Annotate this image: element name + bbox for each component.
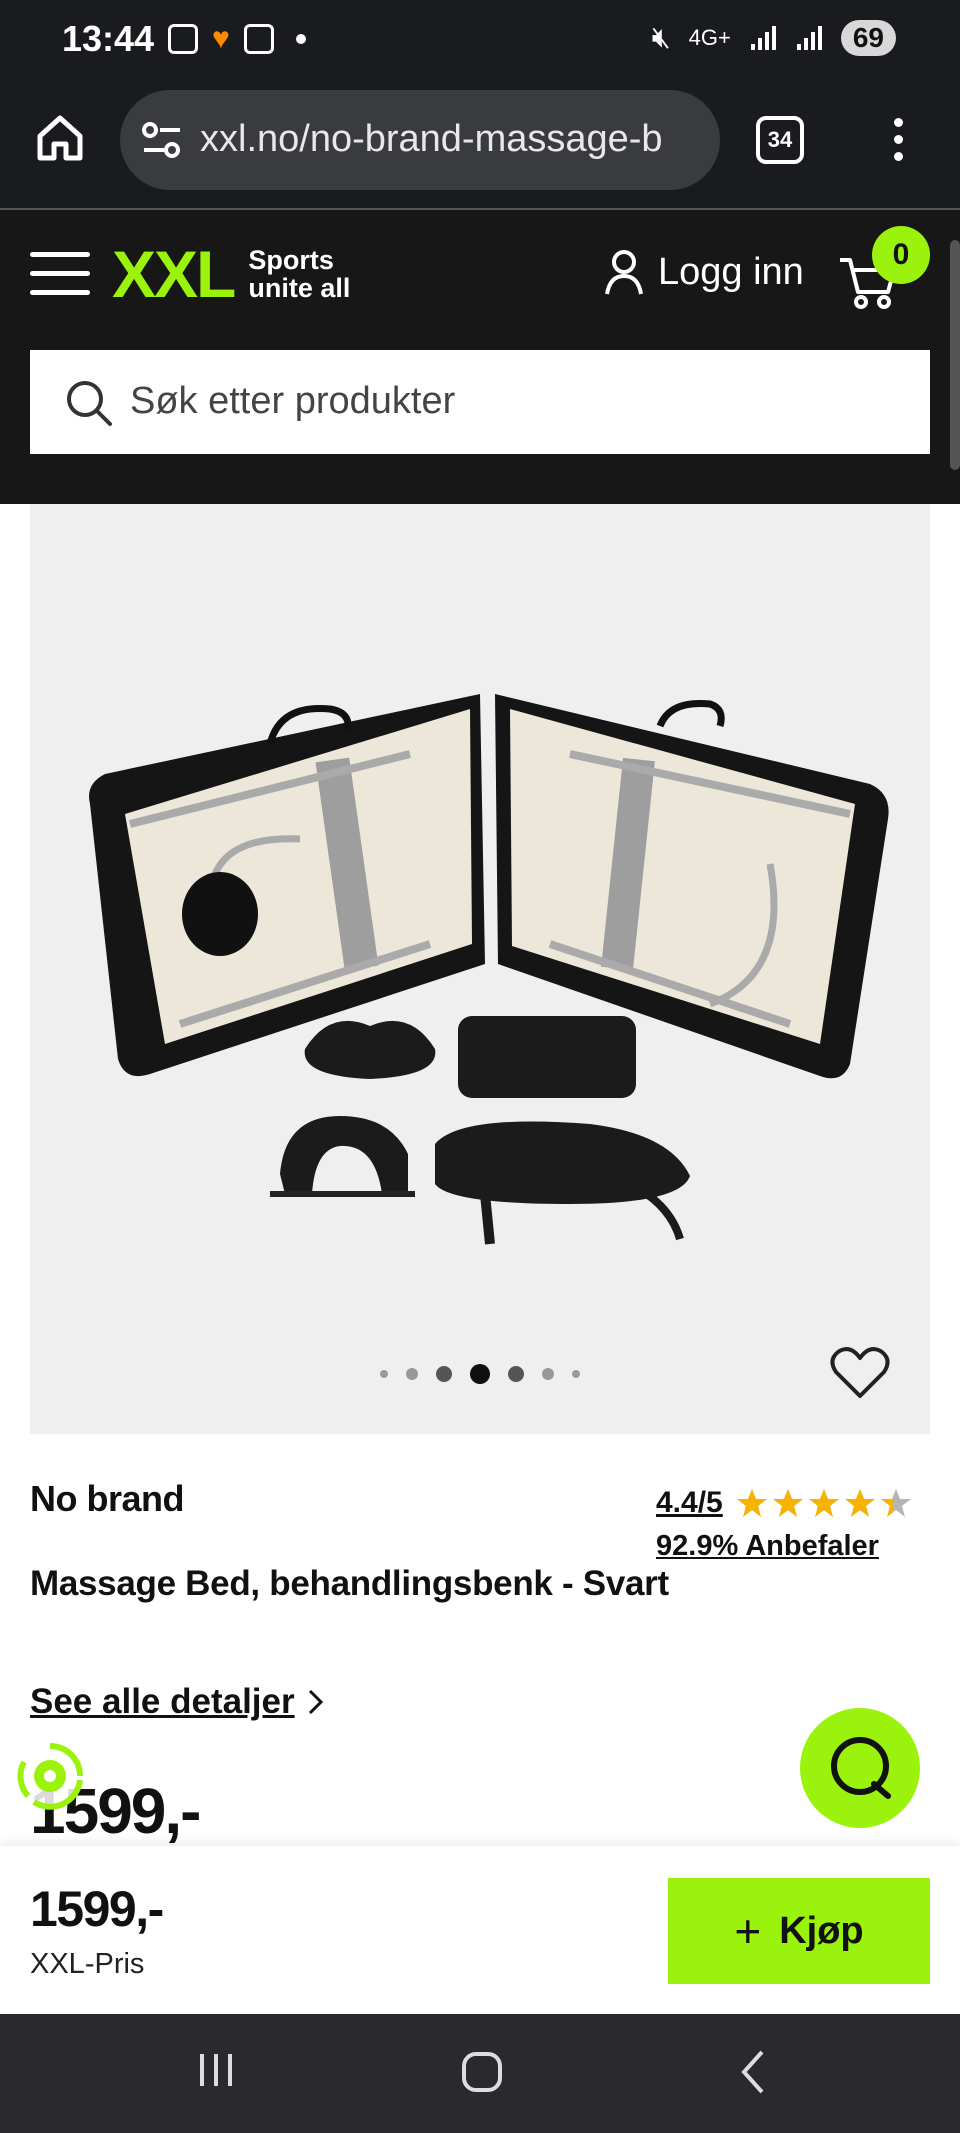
details-link-label: See alle detaljer [30,1682,295,1721]
gallery-dot[interactable] [380,1370,388,1378]
site-header: XXL Sports unite all Logg inn 0 Søk ette… [0,210,960,504]
chat-icon [831,1737,891,1799]
rating-score[interactable]: 4.4/5 [656,1486,723,1520]
login-button[interactable]: Logg inn [604,248,804,296]
battery-level: 69 [840,20,896,56]
search-placeholder: Søk etter produkter [130,380,456,422]
system-navigation-bar [0,2014,960,2133]
tab-switcher-button[interactable]: 34 [756,116,804,164]
signal-icon-2 [796,26,822,50]
buy-button[interactable]: + Kjøp [668,1878,930,1984]
buy-bar-price: 1599,- [30,1881,164,1937]
home-icon[interactable] [34,112,86,164]
recent-apps-icon[interactable] [196,2048,236,2092]
product-image-gallery[interactable] [30,504,930,1434]
search-icon [67,381,112,426]
status-time: 13:44 [62,18,155,59]
see-all-details-link[interactable]: See alle detaljer [30,1682,325,1722]
star-icon [736,1489,767,1517]
screenshot-icon [168,24,198,54]
site-settings-icon[interactable] [140,120,184,160]
login-label: Logg inn [658,250,804,293]
back-nav-icon[interactable] [736,2048,768,2096]
search-input[interactable]: Søk etter produkter [30,350,930,454]
recommend-percentage[interactable]: 92.9% Anbefaler [656,1530,879,1563]
browser-toolbar: xxl.no/no-brand-massage-b 34 [0,84,960,210]
status-bar: 13:44 ♥ 🔇︎ 4G+ 69 [0,0,960,84]
address-bar[interactable]: xxl.no/no-brand-massage-b [120,90,720,190]
user-icon [605,250,643,295]
plus-icon: + [734,1905,762,1957]
network-type: 4G+ [688,25,731,50]
more-notifications-dot-icon [295,34,306,44]
cart-count-badge[interactable]: 0 [872,226,930,284]
price-type-label: XXL-Pris [30,1948,145,1980]
mute-icon: 🔇︎ [651,21,671,54]
product-title: Massage Bed, behandlingsbenk - Svart [30,1564,669,1603]
gallery-pagination[interactable] [30,1364,930,1384]
url-text[interactable]: xxl.no/no-brand-massage-b [200,118,700,161]
chat-support-button[interactable] [800,1708,920,1828]
rating-stars [735,1487,913,1519]
gallery-dot[interactable] [470,1364,490,1384]
sticky-buy-bar: 1599,- XXL-Pris + Kjøp [0,1846,960,2014]
star-icon [808,1489,839,1517]
eco-badge-icon[interactable] [14,1740,86,1812]
star-icon [772,1489,803,1517]
logo-tagline: Sports unite all [248,246,350,302]
signal-icon [750,26,776,50]
notification-icons: ♥ [168,22,306,56]
favorite-heart-icon[interactable] [830,1344,890,1400]
gallery-dot[interactable] [436,1366,452,1382]
logo-text: XXL [112,237,236,311]
gallery-dot[interactable] [542,1368,554,1380]
browser-menu-icon[interactable] [886,114,910,166]
home-nav-icon[interactable] [460,2048,504,2096]
tagline-line-2: unite all [248,273,351,303]
gallery-dot[interactable] [572,1370,580,1378]
gallery-dot[interactable] [406,1368,418,1380]
heart-app-icon: ♥ [212,22,230,55]
product-brand[interactable]: No brand [30,1478,185,1520]
gallery-dot[interactable] [508,1366,524,1382]
product-image [89,694,889,1245]
star-icon [880,1489,911,1517]
calendar-icon [243,24,274,54]
chevron-right-icon [308,1689,323,1715]
product-rating[interactable]: 4.4/5 [656,1486,913,1520]
hamburger-menu-icon[interactable] [30,252,90,298]
buy-label: Kjøp [779,1909,864,1952]
tagline-line-1: Sports [248,245,334,275]
system-icons: 🔇︎ 4G+ 69 [652,20,896,56]
page-scrollbar[interactable] [950,240,960,470]
xxl-logo[interactable]: XXL Sports unite all [112,237,350,311]
star-icon [844,1489,875,1517]
